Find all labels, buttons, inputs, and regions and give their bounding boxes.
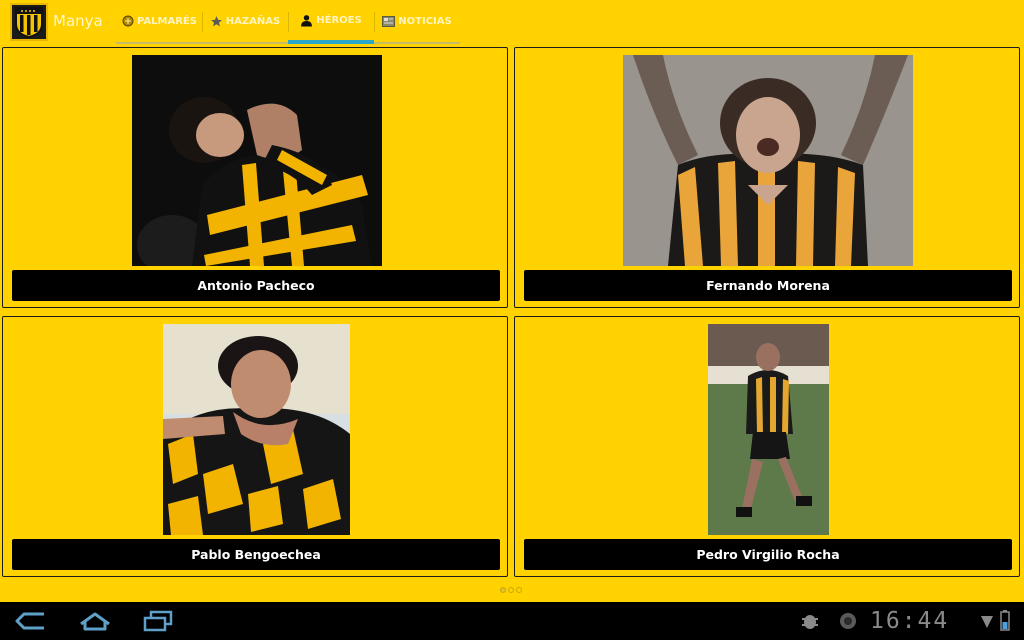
hero-photo bbox=[132, 55, 382, 266]
hero-name: Pablo Bengoechea bbox=[12, 539, 500, 570]
tab-bar: PALMARÉS HAZAÑAS HÉROES NOTICIAS bbox=[116, 0, 460, 44]
wifi-icon bbox=[980, 610, 994, 632]
notification-icon bbox=[838, 610, 858, 632]
system-bar: 16:44 bbox=[0, 602, 1024, 640]
hero-photo bbox=[623, 55, 913, 266]
action-bar: Manya PALMARÉS HAZAÑAS HÉROES NOTICIAS bbox=[0, 0, 1024, 44]
tab-label: NOTICIAS bbox=[398, 15, 452, 27]
tab-label: HÉROES bbox=[316, 14, 362, 26]
app-title: Manya bbox=[53, 12, 103, 30]
heroes-grid: Antonio Pacheco Fernando Morena Pablo Be… bbox=[0, 45, 1024, 581]
hero-name: Pedro Virgilio Rocha bbox=[524, 539, 1012, 570]
tab-palmares[interactable]: PALMARÉS bbox=[116, 0, 202, 44]
debug-icon bbox=[800, 610, 820, 632]
page-dot bbox=[500, 587, 506, 593]
tab-hazanas[interactable]: HAZAÑAS bbox=[202, 0, 288, 44]
hero-name: Fernando Morena bbox=[524, 270, 1012, 301]
tab-label: HAZAÑAS bbox=[225, 15, 281, 27]
hero-photo bbox=[163, 324, 350, 535]
hero-name: Antonio Pacheco bbox=[12, 270, 500, 301]
back-icon[interactable] bbox=[14, 610, 46, 632]
trophy-icon bbox=[121, 15, 134, 28]
tab-noticias[interactable]: NOTICIAS bbox=[374, 0, 460, 44]
page-dot bbox=[508, 587, 514, 593]
tab-heroes[interactable]: HÉROES bbox=[288, 0, 374, 44]
home-icon[interactable] bbox=[78, 610, 112, 632]
recent-apps-icon[interactable] bbox=[142, 610, 174, 632]
battery-icon bbox=[998, 610, 1012, 632]
tab-label: PALMARÉS bbox=[137, 15, 197, 27]
hero-card[interactable]: Antonio Pacheco bbox=[2, 47, 508, 308]
newspaper-icon bbox=[382, 15, 396, 28]
page-dot bbox=[516, 587, 522, 593]
star-icon bbox=[210, 15, 223, 28]
club-shield-icon[interactable] bbox=[10, 3, 48, 41]
hero-card[interactable]: Pablo Bengoechea bbox=[2, 316, 508, 577]
page-indicator bbox=[500, 587, 522, 593]
clock: 16:44 bbox=[870, 608, 950, 634]
hero-card[interactable]: Fernando Morena bbox=[514, 47, 1020, 308]
hero-card[interactable]: Pedro Virgilio Rocha bbox=[514, 316, 1020, 577]
person-icon bbox=[300, 14, 313, 27]
hero-photo bbox=[708, 324, 829, 535]
